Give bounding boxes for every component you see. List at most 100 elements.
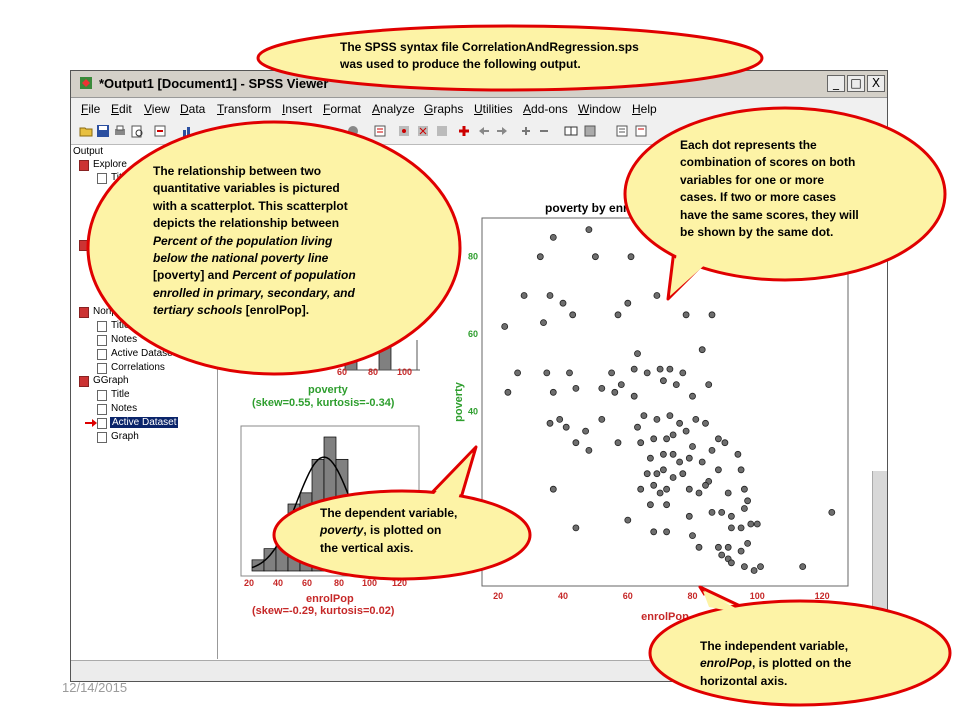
scatter-point [520,292,528,299]
hide-icon[interactable] [537,124,551,138]
callout-line: horizontal axis. [700,673,851,690]
maximize-button[interactable]: □ [847,75,865,92]
scatter-point [669,450,677,458]
scatter-point [640,412,648,420]
callout-line: tertiary schools [enrolPop]. [153,302,356,319]
scatter-point [741,563,748,570]
scatter-point [637,439,645,447]
scatter-point [647,501,654,509]
scatter-point [514,369,521,377]
x-tick-label: 40 [558,591,568,601]
scatter-point [598,415,606,423]
menu-window[interactable]: Window [578,102,621,116]
callout-line: Percent of the population living [153,233,356,250]
scatter-point [737,466,745,474]
menu-data[interactable]: Data [180,102,205,116]
scatter-point [663,501,670,509]
forward-arrow-icon[interactable] [495,124,509,138]
scatter-point [669,474,677,481]
outline-graph[interactable]: Graph [111,431,139,442]
close-button[interactable]: X [867,75,885,92]
scatter-point [624,516,632,524]
scatter-point [718,551,726,559]
scatter-point [543,369,551,377]
scatter-point [617,381,625,389]
spss-app-icon [80,77,92,89]
scatter-point [679,369,687,377]
scatter-point [737,547,745,555]
menu-edit[interactable]: Edit [111,102,132,116]
enrolpop-hist-label: enrolPop [306,593,354,605]
outline-ggraph-title[interactable]: Title [111,389,130,400]
scatter-point [715,543,722,551]
back-arrow-icon[interactable] [477,124,491,138]
callout-top-text: The SPSS syntax file CorrelationAndRegre… [340,39,639,74]
scatter-point [753,520,761,528]
menu-file[interactable]: File [81,102,100,116]
menu-format[interactable]: Format [323,102,361,116]
scatter-point [556,415,564,423]
show-icon[interactable] [519,124,533,138]
callout-run: horizontal axis. [700,673,788,688]
scatter-point [536,253,544,261]
scatter-point [650,481,658,489]
scatter-point [747,520,755,528]
callout-run: with a scatterplot. This scatterplot [153,198,348,213]
callout-run: [poverty] and [153,268,233,283]
scatter-point [744,497,751,505]
scatter-point [562,423,570,431]
callout-run: tertiary schools [153,303,243,318]
callout-top-line: The SPSS syntax file CorrelationAndRegre… [340,40,639,54]
callout-right-line: combination of scores on both [680,155,856,170]
scatter-point [741,505,748,512]
scatter-point [708,509,716,516]
scatter-point [695,489,703,497]
scatter-point [698,458,706,466]
scatter-point [660,377,667,385]
callout-line: The dependent variable, [320,505,457,522]
minimize-button[interactable]: _ [827,75,845,92]
scatter-point [569,311,577,319]
scatter-point [650,435,658,443]
scatter-point [685,512,693,520]
scatter-point [656,489,664,497]
scatter-point [592,253,599,261]
scatter-point [728,512,735,520]
menu-graphs[interactable]: Graphs [424,102,463,116]
callout-run: The independent variable, [700,639,849,653]
document-icon [97,404,107,415]
menu-insert[interactable]: Insert [282,102,312,116]
callout-independent-text: The independent variable, enrolPop, is pl… [700,638,851,690]
menu-add-ons[interactable]: Add-ons [523,102,568,116]
poverty-hist-label: poverty [308,384,348,396]
notes-icon[interactable] [583,124,597,138]
callout-left-text: The relationship between two quantitative… [153,163,356,320]
callout-run: enrolPop [700,656,753,671]
outline-ggraph-notes[interactable]: Notes [111,403,137,414]
callout-line: The relationship between two [153,163,356,180]
scatter-point [672,381,680,389]
callout-run: , is plotted on [363,523,442,538]
scatter-point [598,384,606,392]
callout-line: with a scatterplot. This scatterplot [153,198,356,215]
outline-ggraph-active-dataset[interactable]: Active Dataset [110,417,179,428]
poverty-hist-stats: (skew=0.55, kurtosis=-0.34) [252,397,395,409]
enrolpop-hist-tick: 20 [244,578,255,588]
scatter-point [741,485,748,493]
scatter-point [689,392,696,400]
menu-analyze[interactable]: Analyze [372,102,415,116]
scatter-point [721,439,729,447]
scatter-point [663,528,670,536]
scatter-point [669,431,677,439]
menu-transform[interactable]: Transform [217,102,271,116]
book-icon[interactable] [564,124,578,138]
callout-right-line: be shown by the same dot. [680,224,834,239]
scatter-point [540,319,547,327]
menu-utilities[interactable]: Utilities [474,102,513,116]
scatter-point [698,346,706,354]
scatter-point [634,350,641,358]
scatter-point [718,509,726,516]
callout-run: poverty [320,523,364,538]
menu-view[interactable]: View [144,102,170,116]
scatter-point [608,369,615,377]
